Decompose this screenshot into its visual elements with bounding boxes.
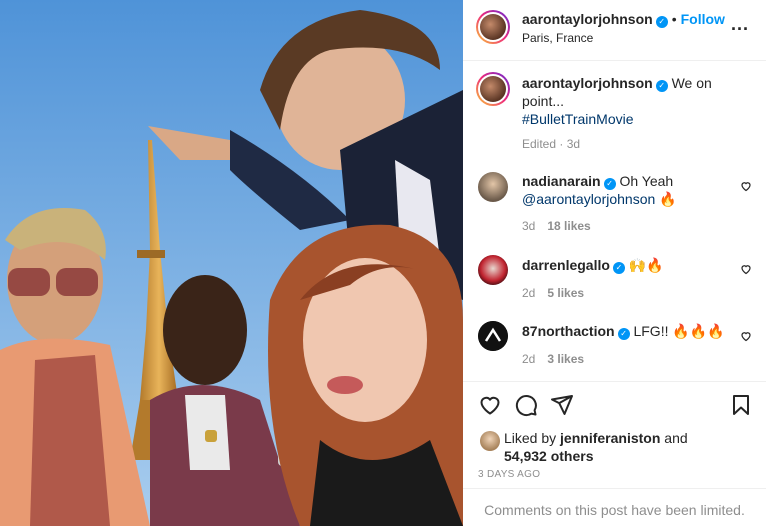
comment-mention[interactable]: @aarontaylorjohnson [522,191,655,207]
comment-username[interactable]: 87northaction [522,323,615,339]
commenter-avatar[interactable] [478,255,508,285]
comment-text: LFG!! [633,323,669,339]
like-heart-icon[interactable] [478,393,502,417]
selfie-image [0,0,463,526]
post-age[interactable]: 3 DAYS AGO [478,469,540,480]
liker-avatar[interactable] [480,431,500,451]
save-bookmark-icon[interactable] [729,393,753,417]
comment-emoji: 🔥 [659,191,677,207]
author-avatar[interactable] [476,10,510,44]
verified-badge-icon: ✓ [603,178,616,190]
liked-by-conj: and [664,430,688,446]
follow-button[interactable]: Follow [681,11,725,27]
87north-logo-icon [478,321,508,351]
comment-likes[interactable]: 5 likes [547,286,584,300]
liked-by-user[interactable]: jenniferaniston [560,430,660,446]
comment-time[interactable]: 2d [522,286,535,300]
post-location[interactable]: Paris, France [522,31,593,45]
like-comment-heart-icon[interactable] [740,330,752,342]
comment-emoji: 🔥🔥🔥 [672,323,725,339]
commenter-avatar[interactable] [478,172,508,202]
post-header: aarontaylorjohnson ✓ • Follow Paris, France… [463,0,766,60]
like-comment-heart-icon[interactable] [740,180,752,192]
footer-divider [463,488,766,489]
comment-username[interactable]: darrenlegallo [522,257,610,273]
commenter-avatar[interactable] [478,321,508,351]
comment-emoji: 🙌🔥 [628,257,664,273]
caption-avatar[interactable] [476,72,510,106]
actions-divider [463,381,766,382]
header-divider [463,60,766,61]
comment-time[interactable]: 2d [522,352,535,366]
comment-likes[interactable]: 3 likes [547,352,584,366]
share-send-icon[interactable] [550,393,574,417]
more-options-icon[interactable]: ... [731,14,749,35]
comment-likes[interactable]: 18 likes [547,219,590,233]
post-details-panel: aarontaylorjohnson ✓ • Follow Paris, France… [463,0,766,526]
author-username[interactable]: aarontaylorjohnson [522,11,653,27]
like-comment-heart-icon[interactable] [740,263,752,275]
separator-dot: • [671,11,677,27]
comment-time[interactable]: 3d [522,219,535,233]
liked-by-prefix: Liked by [504,430,557,446]
comment-bubble-icon[interactable] [514,393,538,417]
verified-badge-icon: ✓ [655,80,668,92]
comment-username[interactable]: nadianarain [522,173,601,189]
comment-text: Oh Yeah [619,173,674,189]
hashtag-link[interactable]: #BulletTrainMovie [522,111,634,127]
post-photo[interactable] [0,0,463,526]
likes-count[interactable]: 54,932 others [504,448,594,464]
verified-badge-icon: ✓ [617,328,630,340]
verified-badge-icon: ✓ [655,16,668,28]
caption-username[interactable]: aarontaylorjohnson [522,75,653,91]
caption-time[interactable]: 3d [567,137,580,151]
edited-label: Edited [522,137,557,151]
comments-limited-notice: Comments on this post have been limited. [484,502,745,518]
verified-badge-icon: ✓ [612,262,625,274]
